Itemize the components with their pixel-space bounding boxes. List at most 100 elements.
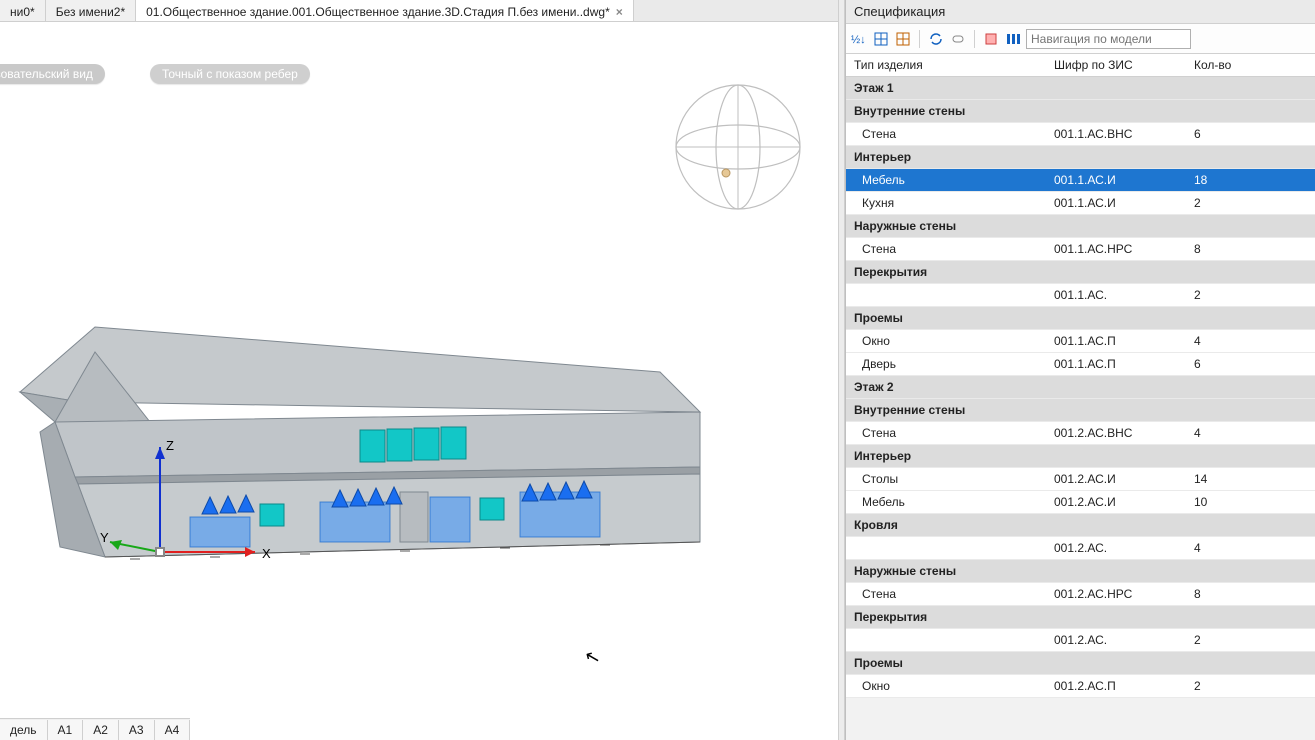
row-label: Этаж 2 (846, 376, 1315, 399)
cell-code: 001.2.АС. (1046, 537, 1186, 560)
pane-gutter[interactable] (838, 0, 845, 740)
row-label: Проемы (846, 652, 1315, 675)
col-label: Тип изделия (854, 58, 923, 72)
grid2-icon[interactable] (894, 30, 912, 48)
table-row[interactable]: Мебель001.2.АС.И10 (846, 491, 1315, 514)
grid-icon[interactable] (872, 30, 890, 48)
sheet-tab-label: A1 (58, 723, 73, 737)
subgroup-row[interactable]: Кровля (846, 514, 1315, 537)
highlight-icon[interactable] (982, 30, 1000, 48)
col-type[interactable]: Тип изделия (846, 54, 1046, 77)
cell-count: 2 (1186, 192, 1315, 215)
view-badge-label: льзовательский вид (0, 67, 93, 81)
table-row[interactable]: Стена001.1.АС.НРС8 (846, 238, 1315, 261)
col-code[interactable]: Шифр по ЗИС (1046, 54, 1186, 77)
compass-widget[interactable] (668, 77, 808, 217)
mode-badge-label: Точный с показом ребер (162, 67, 298, 81)
table-row[interactable]: 001.2.АС.4 (846, 537, 1315, 560)
close-icon[interactable]: × (616, 5, 623, 19)
cell-type: Стена (846, 422, 1046, 445)
axis-z-label: Z (166, 438, 174, 453)
row-label: Наружные стены (846, 560, 1315, 583)
sheet-tab-label: A4 (165, 723, 180, 737)
table-row[interactable]: Дверь001.1.АС.П6 (846, 353, 1315, 376)
row-label: Интерьер (846, 445, 1315, 468)
cell-code: 001.1.АС.И (1046, 169, 1186, 192)
sort-icon[interactable]: ½↓ (850, 30, 868, 48)
cell-type: Стена (846, 123, 1046, 146)
axis-x-label: X (262, 546, 271, 561)
specification-panel: Спецификация ½↓ Тип изделия Шифр по ЗИС … (845, 0, 1315, 740)
sync-icon[interactable] (927, 30, 945, 48)
spec-table-wrap[interactable]: Тип изделия Шифр по ЗИС Кол-во Этаж 1Вну… (846, 54, 1315, 740)
sheet-tab-a2[interactable]: A2 (83, 720, 119, 740)
subgroup-row[interactable]: Перекрытия (846, 261, 1315, 284)
table-row[interactable]: Мебель001.1.АС.И18 (846, 169, 1315, 192)
col-count[interactable]: Кол-во (1186, 54, 1315, 77)
subgroup-row[interactable]: Интерьер (846, 445, 1315, 468)
subgroup-row[interactable]: Интерьер (846, 146, 1315, 169)
model-viewport[interactable]: льзовательский вид Точный с показом ребе… (0, 22, 838, 740)
cell-code: 001.1.АС. (1046, 284, 1186, 307)
model-filter-input[interactable] (1026, 29, 1191, 49)
spec-table: Тип изделия Шифр по ЗИС Кол-во Этаж 1Вну… (846, 54, 1315, 698)
view-badge[interactable]: льзовательский вид (0, 64, 105, 84)
table-row[interactable]: Стена001.1.АС.ВНС6 (846, 123, 1315, 146)
table-row[interactable]: Стена001.2.АС.ВНС4 (846, 422, 1315, 445)
cell-count: 8 (1186, 238, 1315, 261)
cell-type (846, 629, 1046, 652)
sheet-tabs: дель A1 A2 A3 A4 (0, 718, 190, 740)
subgroup-row[interactable]: Наружные стены (846, 215, 1315, 238)
cell-code: 001.2.АС.И (1046, 468, 1186, 491)
table-row[interactable]: Окно001.1.АС.П4 (846, 330, 1315, 353)
doc-tab-1[interactable]: Без имени2* (46, 0, 136, 21)
cell-count: 4 (1186, 422, 1315, 445)
row-label: Кровля (846, 514, 1315, 537)
sheet-tab-a4[interactable]: A4 (155, 720, 191, 740)
subgroup-row[interactable]: Наружные стены (846, 560, 1315, 583)
group-row[interactable]: Этаж 1 (846, 77, 1315, 100)
subgroup-row[interactable]: Проемы (846, 307, 1315, 330)
spec-header-row: Тип изделия Шифр по ЗИС Кол-во (846, 54, 1315, 77)
cell-count: 18 (1186, 169, 1315, 192)
cell-code: 001.2.АС.НРС (1046, 583, 1186, 606)
columns-icon[interactable] (1004, 30, 1022, 48)
sheet-tab-a3[interactable]: A3 (119, 720, 155, 740)
doc-tab-0[interactable]: ни0* (0, 0, 46, 21)
table-row[interactable]: Кухня001.1.АС.И2 (846, 192, 1315, 215)
subgroup-row[interactable]: Проемы (846, 652, 1315, 675)
group-row[interactable]: Этаж 2 (846, 376, 1315, 399)
cell-type: Дверь (846, 353, 1046, 376)
toolbar-separator (974, 30, 975, 48)
sheet-tab-label: дель (10, 723, 37, 737)
cell-type: Стена (846, 583, 1046, 606)
doc-tab-label: 01.Общественное здание.001.Общественное … (146, 5, 610, 19)
table-row[interactable]: Стена001.2.АС.НРС8 (846, 583, 1315, 606)
document-tabs: ни0* Без имени2* 01.Общественное здание.… (0, 0, 838, 22)
mode-badge[interactable]: Точный с показом ребер (150, 64, 310, 84)
subgroup-row[interactable]: Перекрытия (846, 606, 1315, 629)
cell-count: 2 (1186, 675, 1315, 698)
row-label: Перекрытия (846, 606, 1315, 629)
subgroup-row[interactable]: Внутренние стены (846, 100, 1315, 123)
sheet-tab-model[interactable]: дель (0, 720, 48, 740)
building-3d: X Y Z (0, 292, 720, 592)
panel-title-label: Спецификация (854, 4, 945, 19)
cell-count: 14 (1186, 468, 1315, 491)
cell-type: Стена (846, 238, 1046, 261)
row-label: Проемы (846, 307, 1315, 330)
subgroup-row[interactable]: Внутренние стены (846, 399, 1315, 422)
table-row[interactable]: 001.2.АС.2 (846, 629, 1315, 652)
doc-tab-2[interactable]: 01.Общественное здание.001.Общественное … (136, 0, 634, 21)
cursor-icon: ↖ (583, 645, 603, 669)
cell-type: Окно (846, 675, 1046, 698)
sheet-tab-a1[interactable]: A1 (48, 720, 84, 740)
sheet-tab-label: A2 (93, 723, 108, 737)
link-icon[interactable] (949, 30, 967, 48)
svg-text:½↓: ½↓ (851, 34, 866, 46)
table-row[interactable]: 001.1.АС.2 (846, 284, 1315, 307)
panel-toolbar: ½↓ (846, 24, 1315, 54)
row-label: Перекрытия (846, 261, 1315, 284)
table-row[interactable]: Столы001.2.АС.И14 (846, 468, 1315, 491)
table-row[interactable]: Окно001.2.АС.П2 (846, 675, 1315, 698)
